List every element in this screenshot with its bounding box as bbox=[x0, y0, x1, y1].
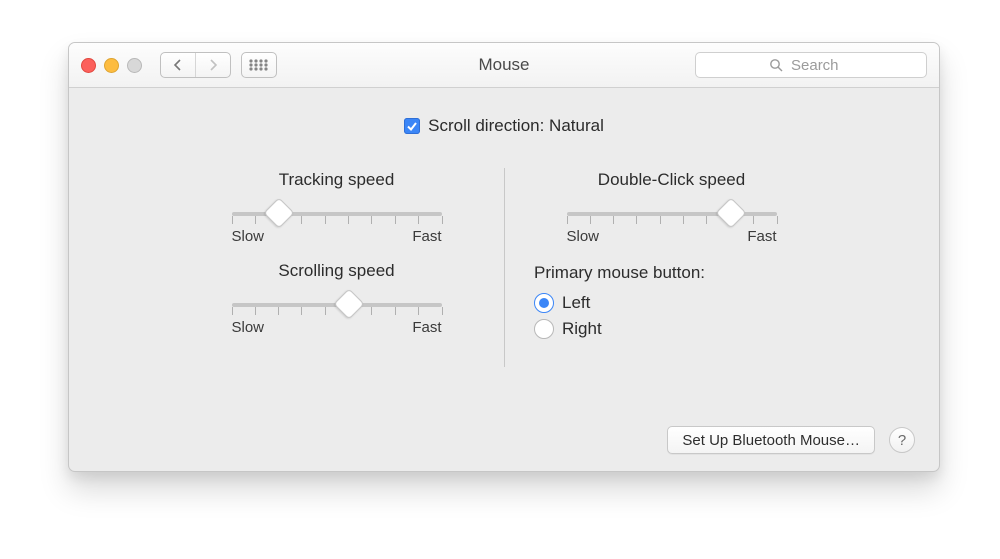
scrolling-max-label: Fast bbox=[412, 319, 441, 336]
scrolling-speed-slider[interactable] bbox=[232, 293, 442, 315]
toolbar: Mouse bbox=[69, 43, 939, 88]
show-all-button[interactable] bbox=[241, 52, 277, 78]
primary-left-radio[interactable] bbox=[534, 293, 554, 313]
doubleclick-speed-range-labels: Slow Fast bbox=[567, 228, 777, 245]
window-controls bbox=[81, 58, 142, 73]
scroll-direction-checkbox[interactable] bbox=[404, 118, 420, 134]
scrolling-speed-group: Scrolling speed Slow Fast bbox=[222, 261, 452, 336]
search-field[interactable] bbox=[695, 52, 927, 78]
search-icon bbox=[769, 58, 783, 72]
right-column: Double-Click speed Slow Fast Primary mou… bbox=[504, 154, 839, 381]
nav-segment bbox=[160, 52, 231, 78]
zoom-button bbox=[127, 58, 142, 73]
doubleclick-min-label: Slow bbox=[567, 228, 600, 245]
tracking-speed-group: Tracking speed Slow Fast bbox=[222, 170, 452, 245]
tracking-max-label: Fast bbox=[412, 228, 441, 245]
search-input[interactable] bbox=[789, 56, 853, 75]
doubleclick-speed-slider[interactable] bbox=[567, 202, 777, 224]
primary-right-radio[interactable] bbox=[534, 319, 554, 339]
minimize-button[interactable] bbox=[104, 58, 119, 73]
primary-left-label: Left bbox=[562, 293, 590, 313]
close-button[interactable] bbox=[81, 58, 96, 73]
preferences-window: Mouse Scroll direction: Natural Tracking… bbox=[68, 42, 940, 472]
scrolling-min-label: Slow bbox=[232, 319, 265, 336]
tracking-speed-range-labels: Slow Fast bbox=[232, 228, 442, 245]
doubleclick-speed-label: Double-Click speed bbox=[598, 170, 745, 190]
tracking-min-label: Slow bbox=[232, 228, 265, 245]
content-area: Scroll direction: Natural Tracking speed… bbox=[69, 88, 939, 471]
primary-mouse-button-group: Primary mouse button: Left Right bbox=[534, 263, 705, 339]
primary-left-row[interactable]: Left bbox=[534, 293, 705, 313]
help-button[interactable]: ? bbox=[889, 427, 915, 453]
primary-right-label: Right bbox=[562, 319, 602, 339]
setup-bluetooth-mouse-label: Set Up Bluetooth Mouse… bbox=[682, 432, 860, 449]
scrolling-speed-label: Scrolling speed bbox=[278, 261, 394, 281]
scroll-direction-label: Scroll direction: Natural bbox=[428, 116, 604, 136]
forward-button bbox=[195, 53, 230, 77]
column-divider bbox=[504, 168, 505, 367]
settings-columns: Tracking speed Slow Fast Scrolling speed bbox=[169, 154, 839, 381]
primary-right-row[interactable]: Right bbox=[534, 319, 705, 339]
setup-bluetooth-mouse-button[interactable]: Set Up Bluetooth Mouse… bbox=[667, 426, 875, 454]
doubleclick-speed-group: Double-Click speed Slow Fast bbox=[557, 170, 787, 245]
question-icon: ? bbox=[898, 432, 906, 449]
tracking-speed-label: Tracking speed bbox=[279, 170, 395, 190]
tracking-speed-slider[interactable] bbox=[232, 202, 442, 224]
scroll-direction-row: Scroll direction: Natural bbox=[69, 116, 939, 136]
chevron-right-icon bbox=[208, 59, 218, 71]
footer: Set Up Bluetooth Mouse… ? bbox=[69, 409, 939, 471]
doubleclick-max-label: Fast bbox=[747, 228, 776, 245]
grid-icon bbox=[248, 58, 270, 72]
primary-mouse-button-label: Primary mouse button: bbox=[534, 263, 705, 283]
scrolling-speed-range-labels: Slow Fast bbox=[232, 319, 442, 336]
left-column: Tracking speed Slow Fast Scrolling speed bbox=[169, 154, 504, 381]
checkmark-icon bbox=[406, 120, 418, 132]
back-button[interactable] bbox=[161, 53, 195, 77]
chevron-left-icon bbox=[173, 59, 183, 71]
